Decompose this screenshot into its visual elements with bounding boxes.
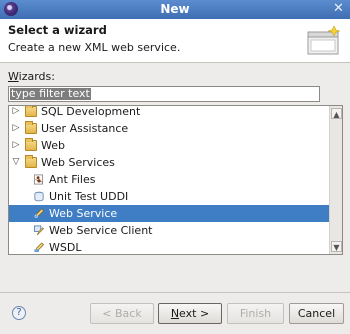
button-bar-divider: [0, 292, 350, 293]
finish-button[interactable]: Finish: [227, 303, 284, 324]
next-button[interactable]: Next >: [158, 303, 222, 324]
expand-arrow-icon[interactable]: ▷: [11, 137, 21, 154]
folder-open-icon: [25, 155, 37, 168]
wizard-header: Select a wizard Create a new XML web ser…: [0, 19, 350, 63]
expand-arrow-icon[interactable]: ▷: [11, 106, 21, 120]
folder-icon: [25, 138, 37, 151]
wizards-label: Wizards:: [8, 70, 55, 83]
tree-item-user-assistance[interactable]: ▷ User Assistance: [9, 120, 329, 137]
scroll-down-icon[interactable]: ▼: [331, 241, 342, 252]
folder-icon: [25, 121, 37, 134]
tree-item-label: User Assistance: [41, 122, 129, 135]
header-description: Create a new XML web service.: [8, 41, 181, 54]
uddi-icon: [34, 191, 44, 202]
tree-item-web-service[interactable]: Web Service: [9, 205, 329, 222]
tree-item-label: SQL Development: [41, 105, 141, 118]
back-button[interactable]: < Back: [90, 303, 154, 324]
wsdl-icon: [34, 242, 45, 253]
close-icon[interactable]: ✕: [331, 2, 346, 16]
ant-file-icon: [34, 174, 44, 185]
tree-item-web[interactable]: ▷ Web: [9, 137, 329, 154]
new-wizard-banner-icon: [307, 25, 341, 55]
collapse-arrow-icon[interactable]: ▽: [11, 154, 21, 171]
tree-item-unit-test-uddi[interactable]: Unit Test UDDI: [9, 188, 329, 205]
window-title: New: [160, 2, 190, 16]
filter-selected-text: type filter text: [10, 87, 91, 100]
cancel-button[interactable]: Cancel: [289, 303, 344, 324]
web-service-icon: [34, 208, 45, 218]
vertical-scrollbar[interactable]: ▲ ▼: [329, 106, 342, 254]
tree-item-sql-development[interactable]: ▷ SQL Development: [9, 105, 329, 120]
help-icon[interactable]: ?: [12, 306, 26, 320]
tree-item-label: Web Services: [41, 156, 115, 169]
title-bar: New ✕: [0, 0, 350, 19]
tree-item-web-services[interactable]: ▽ Web Services: [9, 154, 329, 171]
tree-item-label: Web: [41, 139, 65, 152]
wizard-tree[interactable]: ▷ SQL Development ▷ User Assistance ▷ We…: [8, 105, 343, 255]
scroll-up-icon[interactable]: ▲: [331, 108, 342, 119]
tree-item-label: Ant Files: [49, 173, 96, 186]
tree-item-label: WSDL: [49, 241, 82, 254]
tree-item-label: Web Service Client: [49, 224, 153, 237]
tree-item-label: Web Service: [49, 207, 118, 220]
tree-item-wsdl[interactable]: WSDL: [9, 239, 329, 254]
tree-item-ant-files[interactable]: Ant Files: [9, 171, 329, 188]
folder-icon: [25, 106, 37, 117]
tree-item-web-service-client[interactable]: Web Service Client: [9, 222, 329, 239]
web-service-client-icon: [34, 225, 44, 236]
header-title: Select a wizard: [8, 23, 107, 37]
tree-item-label: Unit Test UDDI: [49, 190, 129, 203]
expand-arrow-icon[interactable]: ▷: [11, 120, 21, 137]
